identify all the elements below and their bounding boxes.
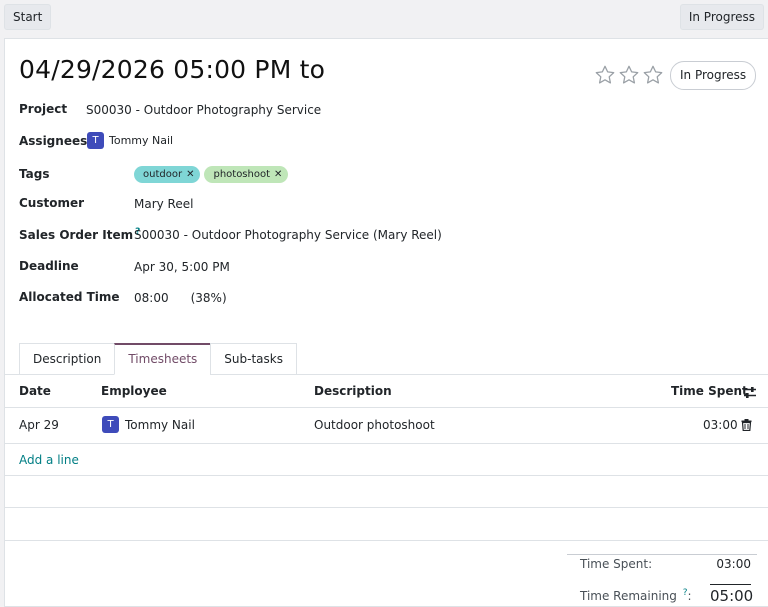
remove-tag-icon[interactable]: ✕ (274, 169, 282, 180)
column-settings-icon[interactable] (743, 386, 757, 399)
time-spent-total-value: 03:00 (716, 557, 751, 571)
time-remaining-label: Time Remaining ?: (580, 588, 692, 603)
tags-label: Tags (19, 167, 50, 181)
customer-value[interactable]: Mary Reel (134, 197, 193, 211)
column-time-spent[interactable]: Time Spent (671, 384, 748, 398)
trash-icon[interactable] (741, 419, 752, 431)
column-description[interactable]: Description (314, 384, 392, 398)
avatar: T (87, 132, 104, 149)
timesheet-table-header: Date Employee Description Time Spent (5, 375, 768, 408)
column-employee[interactable]: Employee (101, 384, 167, 398)
stage-pill[interactable]: In Progress (670, 61, 757, 90)
table-row[interactable]: Apr 29 T Tommy Nail Outdoor photoshoot 0… (5, 408, 768, 444)
sales-order-item-label: Sales Order Item? (19, 227, 141, 242)
project-label: Project (19, 102, 68, 116)
employee-name: Tommy Nail (125, 417, 195, 432)
sales-order-item-value[interactable]: S00030 - Outdoor Photography Service (Ma… (134, 228, 442, 242)
remove-tag-icon[interactable]: ✕ (186, 169, 194, 180)
tags-field[interactable]: outdoor ✕ photoshoot ✕ (134, 166, 289, 183)
deadline-label: Deadline (19, 259, 79, 273)
add-line-row: Add a line (5, 444, 768, 476)
avatar: T (102, 416, 119, 433)
assignees-label: Assignees (19, 134, 88, 148)
control-panel: Start In Progress (0, 0, 768, 38)
tag-photoshoot: photoshoot ✕ (204, 166, 289, 183)
allocated-time-value[interactable]: 08:00 (38%) (134, 291, 227, 305)
cell-date: Apr 29 (19, 418, 59, 432)
notebook-tabs: Description Timesheets Sub-tasks (19, 343, 297, 375)
help-icon[interactable]: ? (683, 588, 688, 598)
stage-status-button[interactable]: In Progress (679, 4, 764, 30)
deadline-value[interactable]: Apr 30, 5:00 PM (134, 260, 230, 274)
empty-row (5, 508, 768, 541)
star-icon[interactable] (642, 64, 664, 86)
tab-sub-tasks[interactable]: Sub-tasks (210, 343, 297, 375)
tag-label: photoshoot (213, 169, 271, 180)
add-line-link[interactable]: Add a line (19, 453, 79, 467)
time-spent-total-label: Time Spent: (580, 557, 653, 571)
column-date[interactable]: Date (19, 384, 51, 398)
star-icon[interactable] (594, 64, 616, 86)
time-remaining-value: 05:00 (710, 584, 753, 605)
tab-timesheets[interactable]: Timesheets (114, 343, 212, 375)
totals-divider (567, 554, 757, 555)
allocated-percent: (38%) (190, 291, 227, 305)
tag-outdoor: outdoor ✕ (134, 166, 201, 183)
assignee-name: Tommy Nail (109, 134, 174, 147)
task-title[interactable]: 04/29/2026 05:00 PM to (19, 55, 325, 84)
project-value[interactable]: S00030 - Outdoor Photography Service (86, 103, 321, 117)
cell-employee: T Tommy Nail (102, 416, 195, 433)
form-sheet: 04/29/2026 05:00 PM to In Progress Proje… (4, 38, 768, 607)
start-timer-button[interactable]: Start (4, 4, 52, 30)
star-icon[interactable] (618, 64, 640, 86)
cell-time-spent: 03:00 (703, 418, 738, 432)
empty-row (5, 476, 768, 508)
customer-label: Customer (19, 196, 85, 210)
cell-description: Outdoor photoshoot (314, 418, 435, 432)
assignee-chip[interactable]: T Tommy Nail (87, 132, 173, 149)
tab-description[interactable]: Description (19, 343, 116, 375)
priority-stars (594, 64, 664, 86)
allocated-time-label: Allocated Time (19, 290, 120, 304)
tag-label: outdoor (143, 169, 183, 180)
